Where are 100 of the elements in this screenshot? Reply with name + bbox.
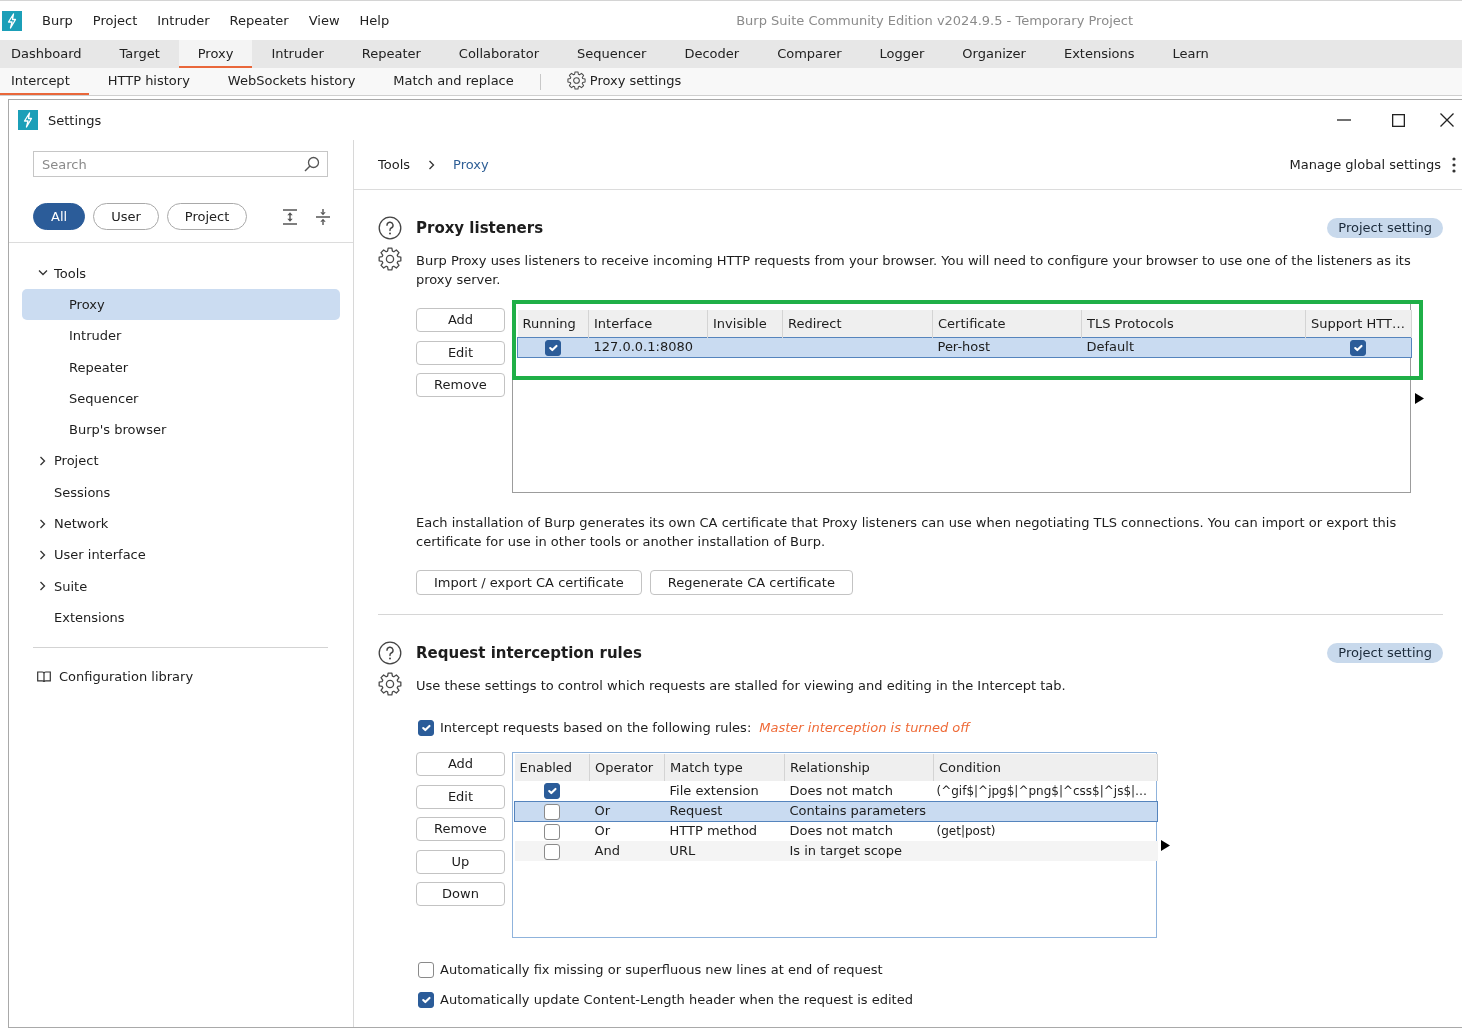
triangle-right-icon[interactable] [1415,392,1424,404]
tree-item[interactable]: Sessions [22,476,340,508]
checkbox[interactable] [544,803,561,820]
add-button[interactable]: Add [416,308,505,332]
settings-tab[interactable]: Proxy settings [547,68,701,95]
edit-button[interactable]: Edit [416,784,505,809]
table-cell[interactable]: Does not match [784,821,934,841]
breadcrumb-link[interactable]: Proxy [453,155,489,174]
subtab[interactable]: HTTP history [88,68,209,95]
tree-item[interactable]: Extensions [22,601,340,634]
import-export-button[interactable]: Import / export CA certificate [416,570,642,595]
manage-global-settings-link[interactable]: Manage global settings [1289,155,1441,174]
checkbox[interactable] [418,961,434,978]
triangle-right-icon[interactable] [1161,839,1170,851]
tree-item[interactable]: Proxy [22,288,340,321]
tab[interactable]: Collaborator [439,40,558,68]
table-cell[interactable]: Or [589,821,665,841]
tab[interactable]: Sequencer [558,40,666,68]
table-cell[interactable]: Request [664,801,785,821]
column-header[interactable]: Support HTT… [1305,310,1412,337]
filter-button[interactable]: Project [166,203,248,230]
tree-item[interactable]: Network [22,507,340,540]
checkbox[interactable] [1350,339,1367,356]
gear-icon[interactable] [378,672,402,696]
tree-item[interactable]: Suite [22,570,340,602]
menu-item[interactable]: Help [349,10,400,31]
subtab[interactable]: Match and replace [374,68,533,95]
filter-button[interactable]: User [93,203,159,230]
checkbox[interactable] [544,843,560,860]
tab[interactable]: Target [100,40,179,68]
remove-button[interactable]: Remove [416,373,505,397]
table-cell[interactable]: Default [1081,337,1306,357]
menu-item[interactable]: Repeater [219,10,299,31]
tree-item[interactable]: Tools [22,257,340,289]
maximize-icon[interactable] [1391,113,1405,127]
gear-icon[interactable] [378,247,402,271]
close-icon[interactable] [1440,113,1454,127]
table-cell[interactable]: Does not match [784,781,934,801]
up-button[interactable]: Up [416,849,505,874]
table-cell[interactable]: HTTP method [664,821,785,841]
tree-item[interactable]: Intruder [22,320,340,352]
filter-button[interactable]: All [33,203,86,230]
tab[interactable]: Decoder [665,40,759,68]
column-header[interactable]: TLS Protocols [1081,310,1306,337]
table-cell[interactable]: (get|post) [933,821,1158,841]
help-icon[interactable] [378,216,402,240]
tab[interactable]: Proxy [178,40,253,68]
subtab[interactable]: WebSockets history [208,68,375,95]
column-header[interactable]: Match type [664,754,785,781]
table-cell[interactable]: Contains parameters [784,801,934,821]
column-header[interactable]: Running [517,310,589,337]
checkbox[interactable] [418,719,434,736]
checkbox[interactable] [544,783,560,800]
menu-item[interactable]: View [298,10,350,31]
menu-item[interactable]: Project [82,10,148,31]
regenerate-button[interactable]: Regenerate CA certificate [649,570,853,595]
table-cell[interactable]: Or [589,801,665,821]
column-header[interactable]: Enabled [514,754,590,781]
tree-item[interactable]: Sequencer [22,382,340,414]
more-options-icon[interactable] [1452,156,1456,173]
column-header[interactable]: Certificate [932,310,1082,337]
tab[interactable]: Intruder [252,40,343,68]
tree-item[interactable]: User interface [22,539,340,571]
add-button[interactable]: Add [416,752,505,776]
column-header[interactable]: Relationship [784,754,934,781]
breadcrumb-link[interactable]: Tools [378,155,411,174]
column-header[interactable]: Operator [589,754,665,781]
table-cell[interactable]: URL [664,841,785,861]
tree-item[interactable]: Burp's browser [22,414,340,446]
table-cell[interactable]: 127.0.0.1:8080 [588,337,708,357]
tree-item[interactable]: Project [22,445,340,477]
menu-item[interactable]: Intruder [147,10,220,31]
tab[interactable]: Comparer [758,40,861,68]
tree-item[interactable]: Repeater [22,351,340,383]
column-header[interactable]: Invisible [707,310,783,337]
table-cell[interactable]: Is in target scope [784,841,934,861]
menu-item[interactable]: Burp [32,10,83,31]
table-cell[interactable]: File extension [664,781,785,801]
checkbox[interactable] [545,339,562,356]
tab[interactable]: Logger [860,40,944,68]
configuration-library-link[interactable]: Configuration library [37,667,194,687]
checkbox[interactable] [418,991,434,1008]
tab[interactable]: Organizer [943,40,1045,68]
search-field[interactable]: Search [33,151,328,177]
expand-all-icon[interactable] [282,208,299,225]
column-header[interactable]: Redirect [782,310,933,337]
collapse-all-icon[interactable] [315,208,332,225]
tab[interactable]: Repeater [342,40,440,68]
table-cell[interactable]: (^gif$|^jpg$|^png$|^css$|^js$|… [933,781,1158,801]
table-cell[interactable]: Per-host [932,337,1082,357]
subtab[interactable]: Intercept [0,68,89,95]
column-header[interactable]: Condition [933,754,1158,781]
remove-button[interactable]: Remove [416,817,505,841]
table-cell[interactable]: And [589,841,665,861]
edit-button[interactable]: Edit [416,340,505,365]
tab[interactable]: Dashboard [0,40,101,68]
column-header[interactable]: Interface [588,310,708,337]
tab[interactable]: Extensions [1044,40,1154,68]
tab[interactable]: Learn [1153,40,1228,68]
down-button[interactable]: Down [416,882,505,906]
